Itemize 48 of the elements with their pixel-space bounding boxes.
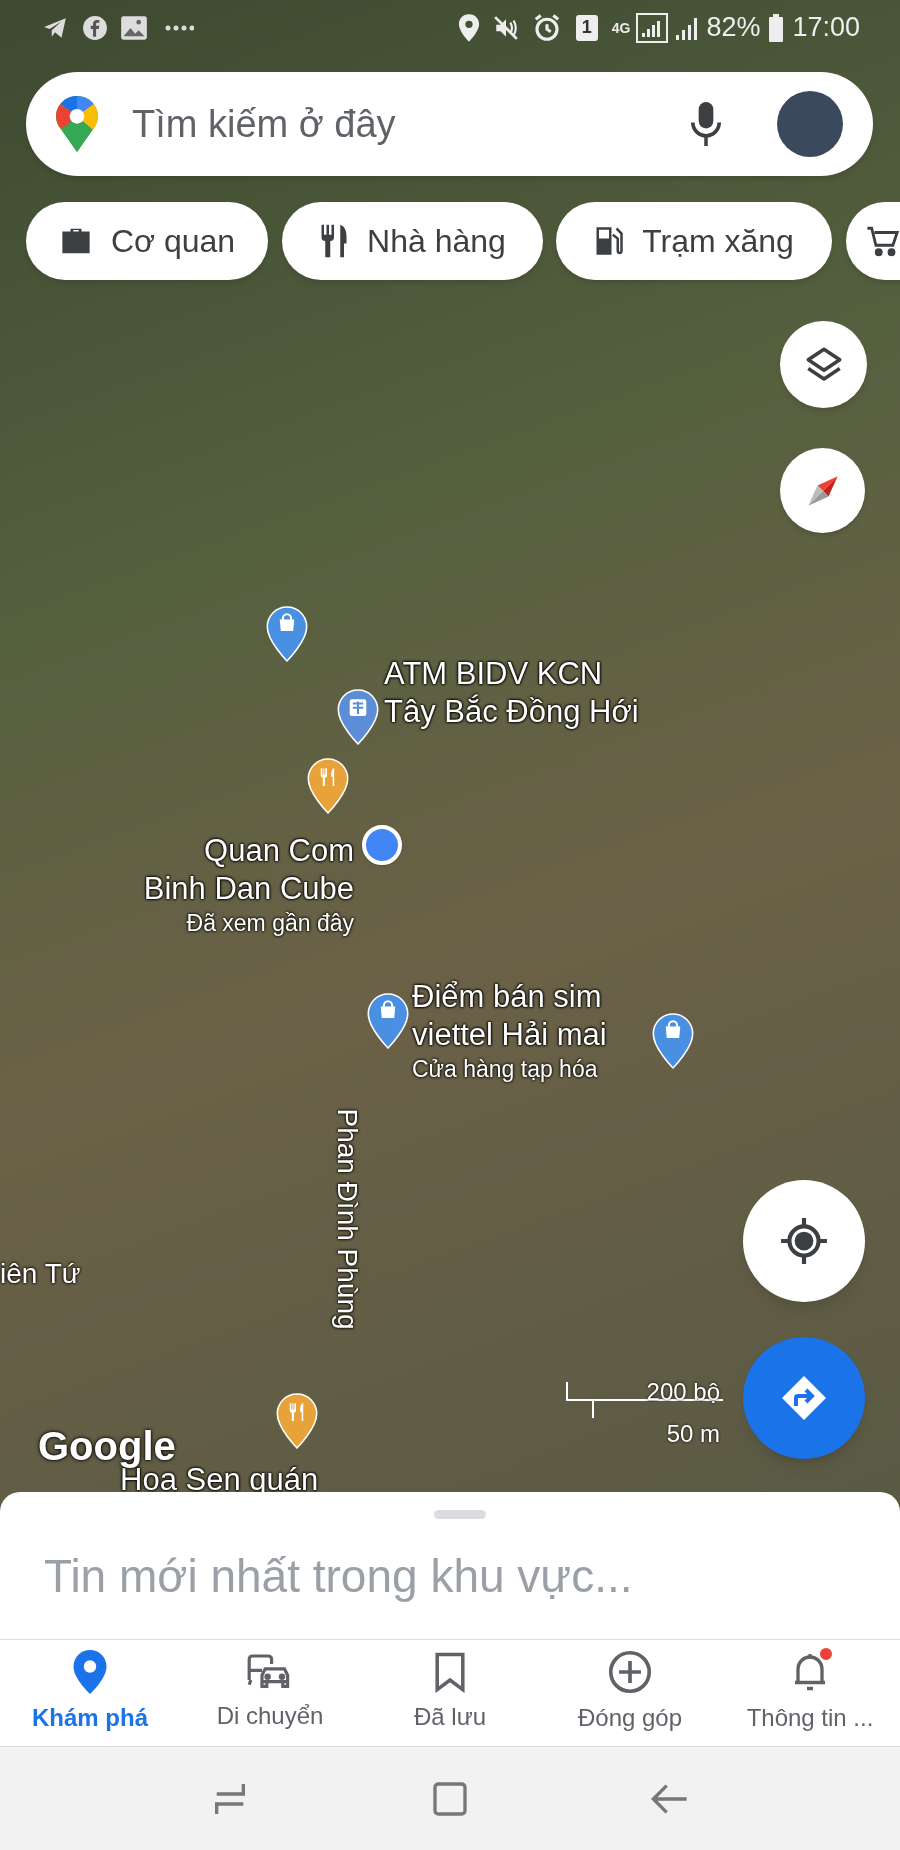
nav-tab[interactable]: Thông tin ... [720, 1640, 900, 1746]
map-pin-icon [73, 1650, 107, 1694]
restaurant-icon [319, 224, 350, 258]
gas-station-icon [594, 224, 625, 258]
place-name[interactable]: Quan Com Binh Dan Cube [143, 832, 354, 908]
restaurant-pin-icon[interactable] [307, 758, 349, 814]
category-chip[interactable]: Nhà hàng [282, 202, 543, 280]
location-icon [457, 13, 480, 42]
street-name: Phan Đình Phùng [331, 1107, 364, 1332]
category-chip[interactable]: Trạm xăng [556, 202, 832, 280]
search-field[interactable]: Tìm kiếm ở đây [132, 95, 691, 153]
nav-tab[interactable]: Di chuyển [180, 1640, 360, 1746]
scale-imperial: 200 bộ [646, 1377, 720, 1407]
more-dots-icon [164, 23, 194, 32]
bookmark-icon [434, 1651, 466, 1693]
drag-handle[interactable] [434, 1510, 486, 1519]
shopping-bag-pin-icon[interactable] [652, 1013, 694, 1069]
google-logo: Google [38, 1423, 176, 1468]
place-name[interactable]: ATM BIDV KCN Tây Bắc Đồng Hới [384, 655, 639, 731]
atm-pin-icon[interactable] [337, 689, 379, 745]
battery-percent: 82% [706, 11, 761, 45]
scale-metric: 50 m [666, 1419, 720, 1449]
add-circle-icon [608, 1650, 652, 1694]
place-subtitle: Cửa hàng tạp hóa [412, 1055, 598, 1084]
crosshair-icon [779, 1216, 829, 1266]
shopping-bag-pin-icon[interactable] [266, 606, 308, 662]
cart-icon [866, 225, 900, 257]
directions-icon [780, 1374, 828, 1422]
category-chip[interactable]: Cơ quan [26, 202, 268, 280]
restaurant-pin-icon[interactable] [276, 1393, 318, 1449]
facebook-icon [82, 14, 108, 41]
image-icon [120, 14, 148, 41]
network-type: 4G [611, 20, 631, 35]
place-name[interactable]: Điểm bán sim viettel Hải mai [412, 978, 607, 1054]
battery-icon [768, 13, 785, 42]
shopping-bag-pin-icon[interactable] [367, 993, 409, 1049]
nav-tab[interactable]: Đóng góp [540, 1640, 720, 1746]
scale-bar-icon [566, 1382, 724, 1418]
search-bar[interactable]: Tìm kiếm ở đây [26, 72, 873, 176]
microphone-icon[interactable] [691, 102, 721, 146]
signal-icon [636, 12, 669, 43]
nav-tab[interactable]: Khám phá [0, 1640, 180, 1746]
nav-tab[interactable]: Đã lưu [360, 1640, 540, 1746]
sheet-title: Tin mới nhất trong khu vực... [44, 1549, 633, 1604]
street-name: iên Tứ [0, 1257, 81, 1291]
clock-time: 17:00 [792, 11, 860, 45]
maps-logo-icon [56, 96, 98, 152]
place-subtitle: Đã xem gần đây [186, 909, 354, 938]
